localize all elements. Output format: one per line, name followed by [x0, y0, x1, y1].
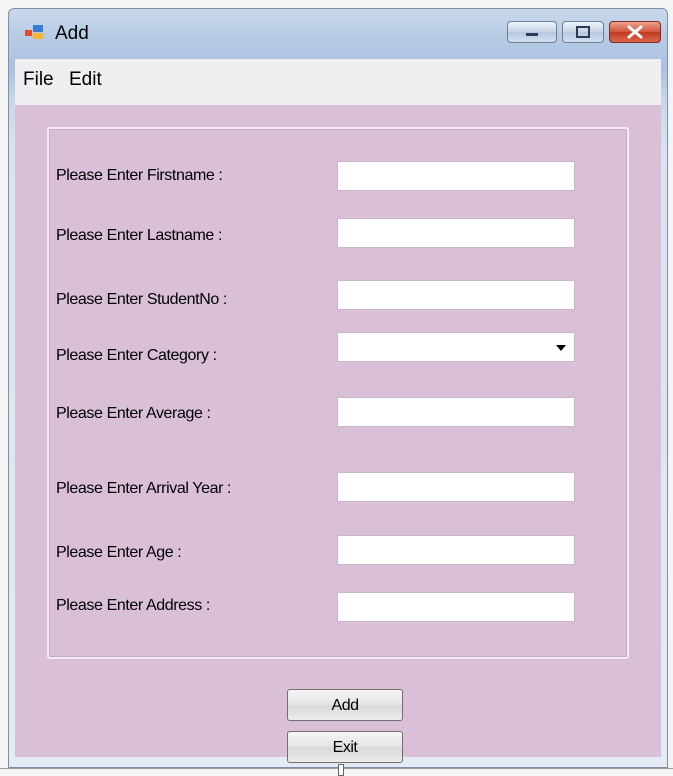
average-input[interactable]	[337, 397, 575, 427]
menu-edit[interactable]: Edit	[69, 69, 102, 91]
address-label: Please Enter Address :	[56, 597, 210, 614]
age-label: Please Enter Age :	[56, 544, 182, 561]
form-client-area: Please Enter Firstname : Please Enter La…	[15, 105, 661, 763]
window-title: Add	[55, 23, 89, 44]
exit-button[interactable]: Exit	[287, 731, 403, 763]
input-group-box	[47, 127, 629, 659]
close-icon	[627, 25, 643, 39]
menu-file[interactable]: File	[23, 69, 54, 91]
minimize-button[interactable]	[507, 21, 557, 43]
windows-form-icon	[25, 25, 43, 39]
studentno-input[interactable]	[337, 280, 575, 310]
firstname-input[interactable]	[337, 161, 575, 191]
address-input[interactable]	[337, 592, 575, 622]
category-label: Please Enter Category :	[56, 347, 217, 364]
maximize-icon	[576, 26, 590, 38]
resize-handle[interactable]	[338, 764, 344, 776]
category-dropdown[interactable]	[337, 332, 575, 362]
minimize-icon	[526, 33, 538, 36]
arrival-year-label: Please Enter Arrival Year :	[56, 480, 232, 497]
average-label: Please Enter Average :	[56, 405, 211, 422]
lastname-label: Please Enter Lastname :	[56, 227, 223, 244]
title-bar[interactable]: Add	[9, 9, 667, 49]
chevron-down-icon[interactable]	[556, 345, 566, 351]
close-button[interactable]	[609, 21, 661, 43]
firstname-label: Please Enter Firstname :	[56, 167, 223, 184]
window-bottom-edge	[0, 768, 673, 769]
add-button[interactable]: Add	[287, 689, 403, 721]
lastname-input[interactable]	[337, 218, 575, 248]
studentno-label: Please Enter StudentNo :	[56, 291, 227, 308]
add-window: Add File Edit Please Enter Firstname : P…	[8, 8, 668, 768]
menu-bar: File Edit	[15, 59, 661, 105]
maximize-button[interactable]	[562, 21, 604, 43]
arrival-year-input[interactable]	[337, 472, 575, 502]
age-input[interactable]	[337, 535, 575, 565]
